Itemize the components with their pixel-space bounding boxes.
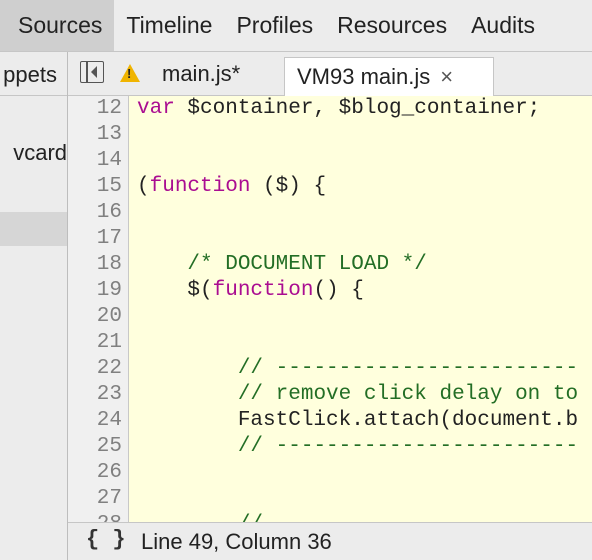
tab-vm93-label: VM93 main.js — [297, 64, 431, 89]
tab-sources[interactable]: Sources — [0, 0, 115, 51]
code-token: FastClick.attach(document.b — [137, 409, 579, 432]
line-number[interactable]: 21 — [68, 330, 122, 356]
line-number[interactable]: 12 — [68, 96, 122, 122]
line-number[interactable]: 25 — [68, 434, 122, 460]
editor-tab-bar: main.js* VM93 main.js × — [68, 52, 592, 96]
code-line[interactable]: 12 var $container, $blog_container; — [68, 96, 592, 122]
code-line[interactable]: 24 FastClick.attach(document.b — [68, 408, 592, 434]
panel-tab-bar: Sources Timeline Profiles Resources Audi… — [0, 0, 592, 52]
code-text: $(function() { — [137, 278, 364, 304]
line-number[interactable]: 24 — [68, 408, 122, 434]
code-line[interactable]: 21 — [68, 330, 592, 356]
line-number[interactable]: 13 — [68, 122, 122, 148]
code-line[interactable]: 17 — [68, 226, 592, 252]
tab-timeline[interactable]: Timeline — [114, 0, 224, 51]
sidebar-tab-snippets[interactable]: ppets — [3, 62, 57, 88]
line-number[interactable]: 15 — [68, 174, 122, 200]
code-line[interactable]: 20 — [68, 304, 592, 330]
code-line[interactable]: 13 — [68, 122, 592, 148]
code-token: ($) { — [250, 175, 327, 198]
code-text: // — [137, 512, 263, 522]
sidebar-item-selected[interactable] — [0, 212, 67, 246]
code-token: ( — [137, 175, 150, 198]
line-number[interactable]: 18 — [68, 252, 122, 278]
close-icon[interactable]: × — [440, 64, 453, 90]
code-text: // remove click delay on to — [137, 382, 578, 408]
line-number[interactable]: 19 — [68, 278, 122, 304]
comment-token: // remove click delay on to — [237, 383, 579, 406]
cursor-position: Line 49, Column 36 — [141, 529, 332, 554]
code-line[interactable]: 25 // ------------------------ — [68, 434, 592, 460]
code-line[interactable]: 14 — [68, 148, 592, 174]
comment-token: // ------------------------ — [237, 435, 579, 458]
code-token: $( — [137, 279, 213, 302]
keyword-token: var — [137, 97, 175, 120]
tab-main-js[interactable]: main.js* — [120, 52, 240, 95]
code-line[interactable]: 18 /* DOCUMENT LOAD */ — [68, 252, 592, 278]
line-number[interactable]: 17 — [68, 226, 122, 252]
sidebar-tab-bar: ppets — [0, 52, 67, 96]
comment-token: /* DOCUMENT LOAD */ — [187, 253, 427, 276]
line-number[interactable]: 28 — [68, 512, 122, 522]
code-text: // ------------------------ — [137, 356, 578, 382]
code-line[interactable]: 26 — [68, 460, 592, 486]
code-text: FastClick.attach(document.b — [137, 408, 578, 434]
line-number[interactable]: 27 — [68, 486, 122, 512]
code-line[interactable]: 23 // remove click delay on to — [68, 382, 592, 408]
line-number[interactable]: 22 — [68, 356, 122, 382]
code-line[interactable]: 28 // — [68, 512, 592, 522]
code-line[interactable]: 27 — [68, 486, 592, 512]
tab-resources[interactable]: Resources — [325, 0, 459, 51]
line-number[interactable]: 23 — [68, 382, 122, 408]
comment-token: // ------------------------ — [237, 357, 579, 380]
tab-vm93-main-js[interactable]: VM93 main.js × — [284, 57, 494, 96]
line-number[interactable]: 14 — [68, 148, 122, 174]
code-text: (function ($) { — [137, 174, 326, 200]
tab-profiles[interactable]: Profiles — [224, 0, 325, 51]
code-text: var $container, $blog_container; — [137, 96, 540, 122]
sidebar-item-vcard[interactable]: vcard — [13, 140, 67, 166]
code-line[interactable]: 22 // ------------------------ — [68, 356, 592, 382]
code-token: () { — [313, 279, 364, 302]
warning-icon — [120, 63, 140, 82]
code-text: // ------------------------ — [137, 434, 578, 460]
navigator-sidebar: ppets vcard — [0, 52, 68, 560]
code-line[interactable]: 15 (function ($) { — [68, 174, 592, 200]
keyword-token: function — [149, 175, 251, 198]
pretty-print-icon[interactable]: { } — [86, 527, 126, 552]
comment-token: // — [238, 513, 263, 522]
code-line[interactable]: 16 — [68, 200, 592, 226]
tab-audits[interactable]: Audits — [459, 0, 547, 51]
code-token: $container, $blog_container; — [174, 97, 541, 120]
code-line[interactable]: 19 $(function() { — [68, 278, 592, 304]
code-editor[interactable]: 12 var $container, $blog_container; 13 14 15… — [68, 96, 592, 522]
keyword-token: function — [212, 279, 314, 302]
line-number[interactable]: 16 — [68, 200, 122, 226]
line-number[interactable]: 20 — [68, 304, 122, 330]
tab-main-js-label: main.js* — [162, 60, 241, 86]
status-bar: { } Line 49, Column 36 — [68, 522, 592, 560]
toggle-sidebar-icon[interactable] — [80, 61, 104, 83]
line-number[interactable]: 26 — [68, 460, 122, 486]
code-text: /* DOCUMENT LOAD */ — [137, 252, 427, 278]
